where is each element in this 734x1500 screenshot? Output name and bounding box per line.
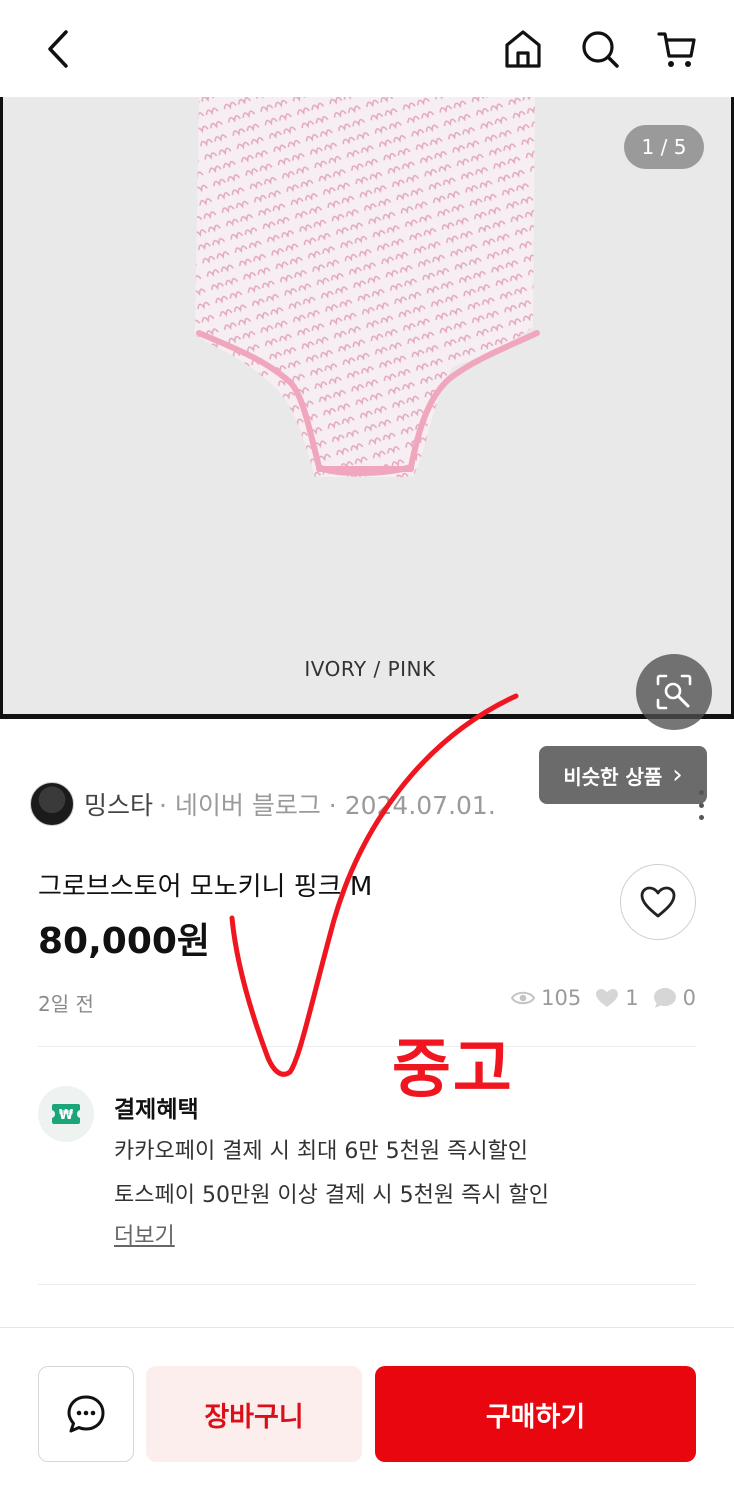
coupon-won-icon: ₩ xyxy=(52,1104,80,1124)
product-image-gallery[interactable]: 1 / 5 IVORY / PINK xyxy=(0,97,734,717)
benefit-item: 카카오페이 결제 시 최대 6만 5천원 즉시할인 xyxy=(114,1139,529,1164)
chevron-left-icon xyxy=(48,30,68,68)
heart-icon xyxy=(640,886,676,918)
more-benefits-link[interactable]: 더보기 xyxy=(114,1218,175,1250)
chat-icon xyxy=(67,1395,105,1433)
comment-icon xyxy=(653,988,676,1008)
product-image xyxy=(195,97,540,477)
similar-products-label: 비슷한 상품 xyxy=(563,764,663,789)
image-search-button[interactable] xyxy=(636,654,712,730)
top-bar xyxy=(0,0,734,97)
back-button[interactable] xyxy=(36,26,82,72)
add-to-cart-button[interactable]: 장바구니 xyxy=(146,1366,362,1462)
chat-button[interactable] xyxy=(38,1366,134,1462)
view-count: 105 xyxy=(541,986,582,1010)
benefits-title: 결제혜택 xyxy=(114,1097,199,1123)
avatar xyxy=(30,782,74,826)
like-count: 1 xyxy=(625,986,639,1010)
chevron-right-icon: › xyxy=(672,760,683,790)
product-stats: 105 1 0 xyxy=(503,986,696,1010)
similar-products-button[interactable]: 비슷한 상품 › xyxy=(539,746,707,804)
eye-icon xyxy=(511,991,536,1005)
benefit-item: 토스페이 50만원 이상 결제 시 5천원 즉시 할인 xyxy=(114,1183,550,1208)
seller-info[interactable]: 밍스타 · 네이버 블로그 · 2024.07.01. xyxy=(30,780,496,828)
benefit-icon-wrap: ₩ xyxy=(38,1086,94,1142)
lens-search-icon xyxy=(656,674,692,710)
product-price: 80,000원 xyxy=(38,921,211,962)
divider xyxy=(38,1284,696,1285)
home-icon xyxy=(505,30,541,68)
image-counter: 1 / 5 xyxy=(624,125,704,169)
bottom-action-bar: 장바구니 구매하기 xyxy=(0,1327,734,1500)
seller-meta: · 네이버 블로그 · 2024.07.01. xyxy=(159,791,496,820)
divider xyxy=(38,1046,696,1047)
posted-time: 2일 전 xyxy=(38,992,94,1016)
comment-count: 0 xyxy=(682,986,696,1010)
wishlist-button[interactable] xyxy=(620,864,696,940)
search-icon xyxy=(582,31,619,68)
used-annotation-label: 중고 xyxy=(392,1033,514,1107)
seller-name: 밍스타 xyxy=(84,791,154,820)
search-button[interactable] xyxy=(577,26,623,72)
won-glyph: ₩ xyxy=(59,1108,74,1123)
buy-now-button[interactable]: 구매하기 xyxy=(375,1366,696,1462)
cart-button[interactable] xyxy=(654,26,700,72)
image-caption: IVORY / PINK xyxy=(304,657,436,681)
more-options-button[interactable] xyxy=(696,790,706,820)
cart-icon xyxy=(657,32,696,67)
product-title: 그로브스토어 모노키니 핑크 M xyxy=(38,872,373,902)
home-button[interactable] xyxy=(500,26,546,72)
heart-small-icon xyxy=(596,989,619,1007)
